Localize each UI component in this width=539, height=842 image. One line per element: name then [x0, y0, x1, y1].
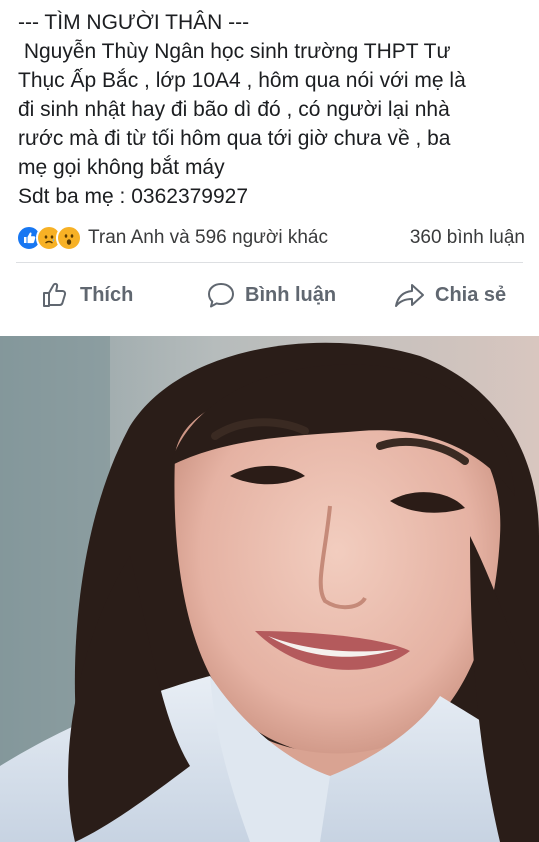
post-text-line: mẹ gọi không bắt máy — [18, 156, 225, 179]
post-text-line: Thục Ấp Bắc , lớp 10A4 , hôm qua nói với… — [18, 69, 466, 92]
like-label: Thích — [80, 283, 134, 306]
share-arrow-icon — [395, 284, 424, 307]
post-text-line: Nguyễn Thùy Ngân học sinh trường THPT Tư — [18, 40, 451, 63]
post-text-line: đi sinh nhật hay đi bão dì đó , có người… — [18, 98, 450, 121]
reaction-names[interactable]: Tran Anh và 596 người khác — [88, 227, 410, 249]
wow-icon — [56, 225, 82, 251]
comment-count[interactable]: 360 bình luận — [410, 227, 525, 249]
share-button[interactable]: Chia sẻ — [393, 279, 506, 311]
post-text-line: rước mà đi từ tối hôm qua tới giờ chưa v… — [18, 127, 451, 150]
like-button[interactable]: Thích — [40, 279, 133, 311]
speech-bubble-icon — [208, 283, 234, 308]
comment-label: Bình luận — [245, 283, 337, 306]
selfie-photo[interactable] — [0, 336, 539, 842]
facebook-post: --- TÌM NGƯỜI THÂN --- Nguyễn Thùy Ngân … — [0, 0, 539, 842]
phone-number-line: Sdt ba mẹ : 0362379927 — [18, 185, 249, 208]
post-body: --- TÌM NGƯỜI THÂN --- Nguyễn Thùy Ngân … — [18, 8, 528, 211]
reactions-summary[interactable]: Tran Anh và 596 người khác 360 bình luận — [16, 224, 525, 252]
thumbs-up-icon — [43, 282, 67, 307]
reaction-icons — [16, 225, 82, 251]
post-title-line: --- TÌM NGƯỜI THÂN --- — [18, 11, 250, 34]
share-label: Chia sẻ — [435, 283, 507, 306]
divider — [16, 262, 523, 263]
post-separator — [0, 324, 539, 336]
post-actions: Thích Bình luận Chia sẻ — [0, 270, 539, 320]
photo-illustration — [0, 336, 539, 842]
comment-button[interactable]: Bình luận — [205, 279, 336, 311]
